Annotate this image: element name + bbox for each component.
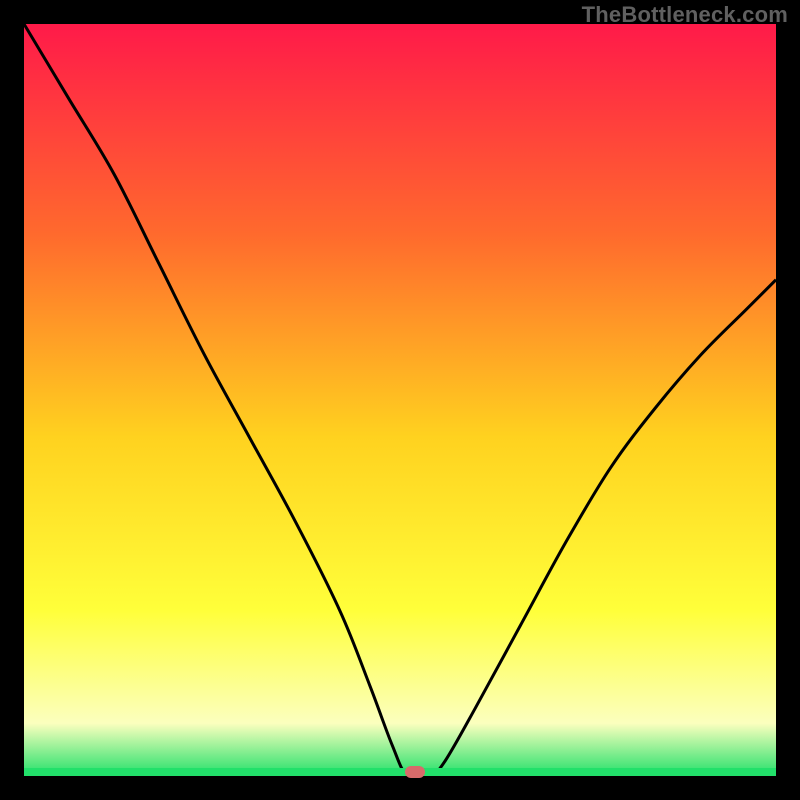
plot-area	[24, 24, 776, 776]
chart-frame: TheBottleneck.com	[0, 0, 800, 800]
baseline-bar	[24, 768, 776, 776]
optimum-marker	[405, 766, 425, 778]
